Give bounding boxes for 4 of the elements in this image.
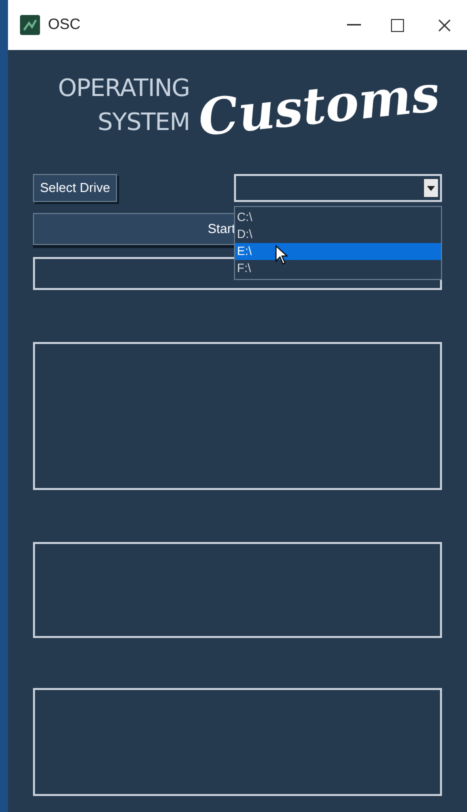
window-title: OSC bbox=[48, 14, 81, 35]
logo-text: OPERATING bbox=[58, 73, 190, 104]
logo-script: Customs bbox=[194, 62, 443, 149]
logo-text: SYSTEM bbox=[98, 107, 190, 138]
